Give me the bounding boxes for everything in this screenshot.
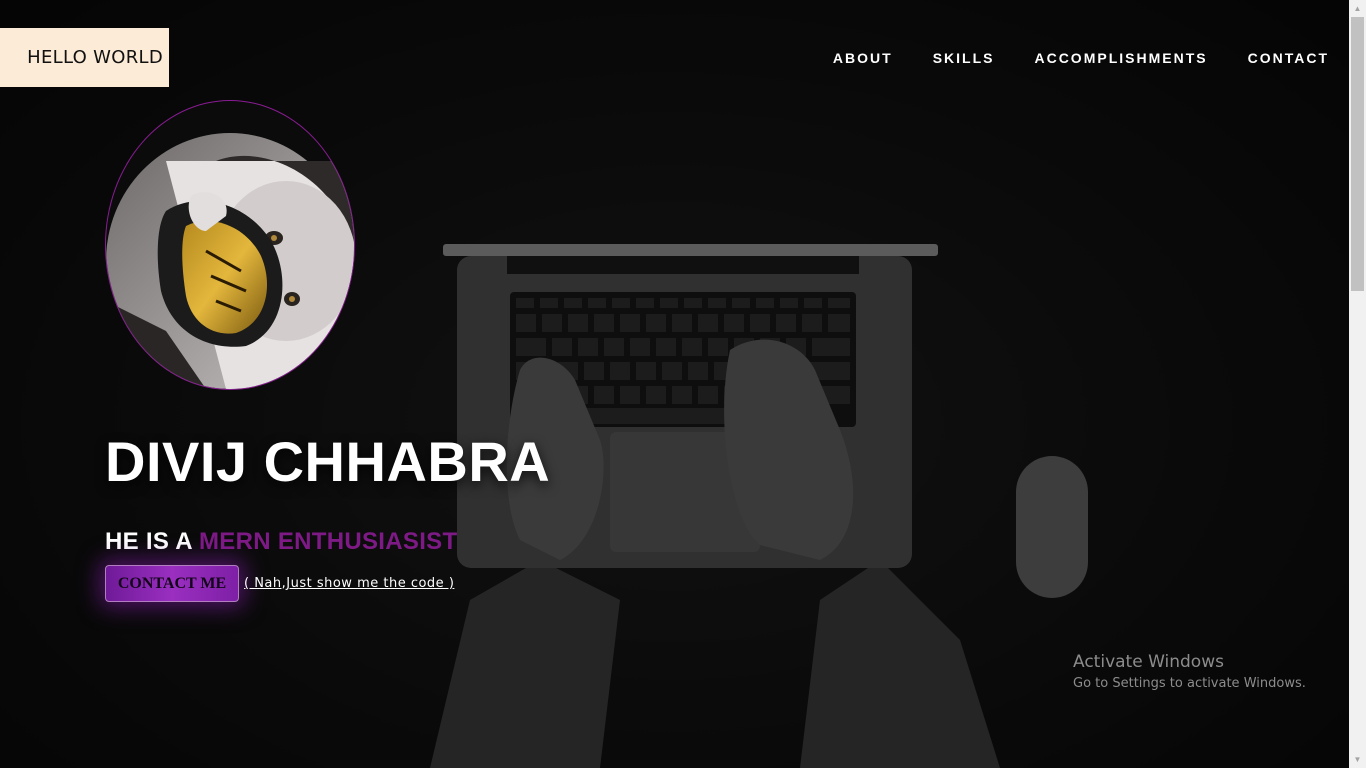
contact-me-button[interactable]: CONTACT ME [105, 565, 239, 602]
tagline-prefix: HE IS A [105, 528, 199, 555]
scroll-down-arrow-icon[interactable]: ▼ [1349, 751, 1366, 768]
scroll-up-arrow-icon[interactable]: ▲ [1349, 0, 1366, 17]
nav-link-contact[interactable]: CONTACT [1248, 49, 1329, 67]
hero-tagline: HE IS A MERN ENTHUSIASIST [105, 528, 457, 556]
nav-link-accomplishments[interactable]: ACCOMPLISHMENTS [1034, 49, 1207, 67]
show-code-link[interactable]: ( Nah,Just show me the code ) [244, 576, 454, 591]
vertical-scrollbar[interactable]: ▲ ▼ [1349, 0, 1366, 768]
nav-link-about[interactable]: ABOUT [833, 49, 893, 67]
hero-name: DIVIJ CHHABRA [105, 430, 551, 493]
scrollbar-thumb[interactable] [1351, 17, 1364, 291]
tagline-role: MERN ENTHUSIASIST [198, 528, 458, 555]
main-nav: ABOUT SKILLS ACCOMPLISHMENTS CONTACT [793, 49, 1329, 67]
watermark-subtitle: Go to Settings to activate Windows. [1073, 676, 1306, 691]
watermark-title: Activate Windows [1073, 652, 1224, 672]
portfolio-page: HELLO WORLD ABOUT SKILLS ACCOMPLISHMENTS… [0, 0, 1366, 768]
nav-link-skills[interactable]: SKILLS [933, 49, 995, 67]
activate-windows-watermark: Activate Windows Go to Settings to activ… [1073, 651, 1306, 695]
profile-photo-icon [106, 133, 354, 389]
profile-avatar [105, 100, 355, 390]
logo-text: HELLO WORLD [27, 47, 163, 68]
logo[interactable]: HELLO WORLD [0, 28, 169, 87]
